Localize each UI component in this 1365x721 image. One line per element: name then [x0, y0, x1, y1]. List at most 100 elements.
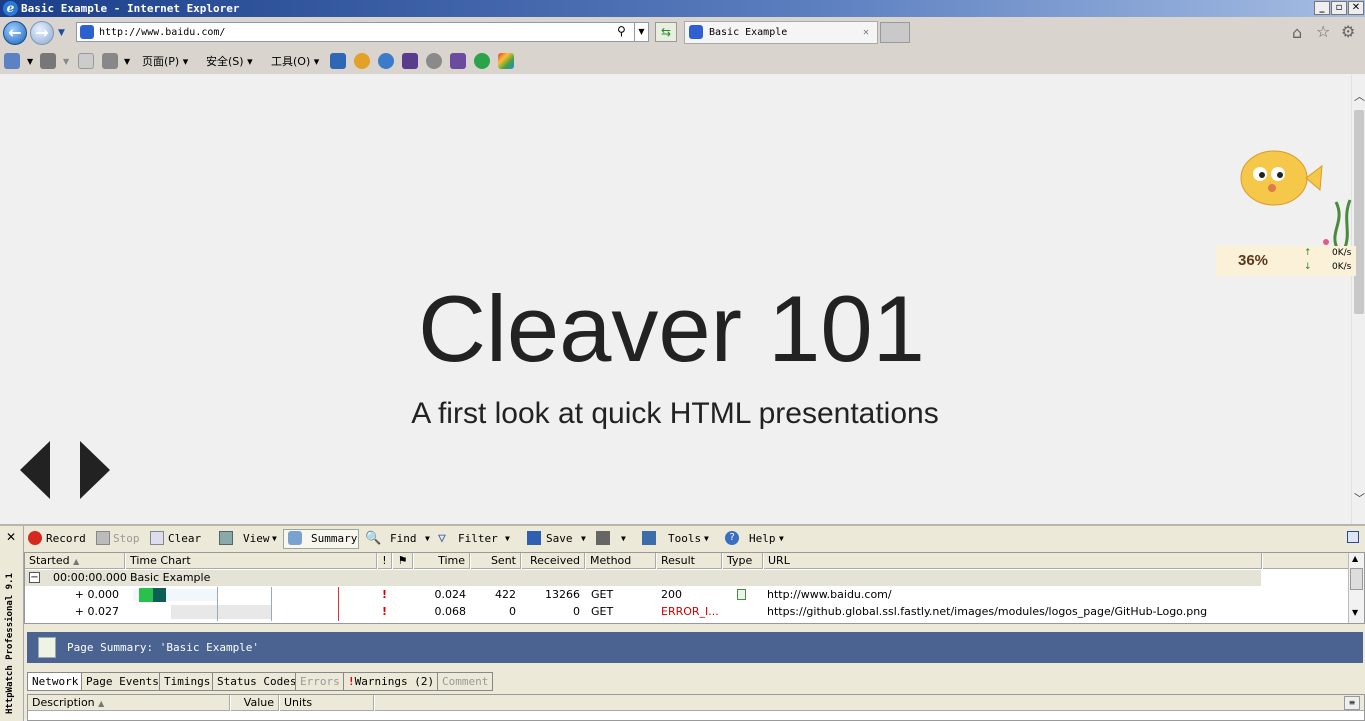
panel-close-icon[interactable]: ✕: [6, 530, 16, 544]
addon-n-icon[interactable]: [402, 53, 418, 69]
col-warning[interactable]: !: [378, 553, 392, 569]
col-description[interactable]: Description ▲: [28, 695, 230, 711]
row-url: http://www.baidu.com/: [767, 588, 892, 601]
new-tab-button[interactable]: [880, 22, 910, 43]
col-result[interactable]: Result: [657, 553, 722, 569]
save-icon[interactable]: [527, 531, 541, 545]
tools-menu[interactable]: 工具(O) ▾: [271, 53, 319, 70]
col-method[interactable]: Method: [586, 553, 656, 569]
tools-icon[interactable]: [642, 531, 656, 545]
tab-basic-example[interactable]: Basic Example ✕: [684, 21, 878, 44]
col-time[interactable]: Time: [414, 553, 470, 569]
find-icon[interactable]: 🔍: [365, 531, 381, 547]
col-description-label: Description: [32, 696, 95, 709]
forward-button[interactable]: →: [30, 21, 54, 45]
filter-button[interactable]: Filter: [458, 531, 498, 547]
group-row[interactable]: − 00:00:00.000 Basic Example: [25, 570, 1261, 586]
clear-button[interactable]: Clear: [168, 531, 201, 547]
tab-comment[interactable]: Comment: [437, 672, 494, 691]
stop-icon[interactable]: [96, 531, 110, 545]
home-cmd-icon[interactable]: [4, 53, 20, 69]
help-icon[interactable]: ?: [725, 531, 739, 545]
col-sent[interactable]: Sent: [471, 553, 521, 569]
home-dropdown-icon[interactable]: ▼: [27, 53, 33, 70]
print-icon[interactable]: [102, 53, 118, 69]
mail-icon[interactable]: [78, 53, 94, 69]
tab-warnings[interactable]: !Warnings (2): [343, 672, 440, 691]
print-hw-dropdown-icon[interactable]: ▼: [621, 531, 626, 547]
col-type[interactable]: Type: [723, 553, 763, 569]
scroll-up-icon[interactable]: ︿: [1354, 88, 1365, 104]
page-menu[interactable]: 页面(P) ▾: [142, 53, 188, 70]
col-units[interactable]: Units: [280, 695, 374, 711]
back-button[interactable]: ←: [3, 21, 27, 45]
home-icon[interactable]: ⌂: [1292, 23, 1302, 42]
filter-dropdown-icon[interactable]: ▼: [505, 531, 510, 547]
save-addon-icon[interactable]: [330, 53, 346, 69]
address-dropdown-icon[interactable]: ▼: [634, 23, 648, 41]
close-window-button[interactable]: ✕: [1348, 1, 1364, 15]
favorites-icon[interactable]: ☆: [1316, 22, 1330, 41]
safety-menu[interactable]: 安全(S) ▾: [206, 53, 253, 70]
help-button[interactable]: Help: [749, 531, 776, 547]
print-hw-icon[interactable]: [596, 531, 610, 545]
addon-nb-icon[interactable]: [450, 53, 466, 69]
record-icon[interactable]: [28, 531, 42, 545]
tools-dropdown-icon[interactable]: ▼: [704, 531, 709, 547]
summary-button[interactable]: Summary: [311, 531, 357, 547]
grid-scroll-thumb[interactable]: [1350, 568, 1363, 590]
print-dropdown-icon[interactable]: ▼: [124, 53, 130, 70]
col-value[interactable]: Value: [231, 695, 279, 711]
view-icon[interactable]: [219, 531, 233, 545]
col-flag[interactable]: ⚑: [393, 553, 413, 569]
undock-icon[interactable]: [1347, 531, 1359, 543]
grid-scroll-up-icon[interactable]: ▲: [1352, 554, 1358, 563]
url-input[interactable]: [99, 24, 599, 40]
addon-f-icon[interactable]: [474, 53, 490, 69]
find-dropdown-icon[interactable]: ▼: [425, 531, 430, 547]
col-started[interactable]: Started ▲: [25, 553, 125, 569]
collapse-icon[interactable]: −: [29, 572, 40, 583]
tools-button[interactable]: Tools: [668, 531, 701, 547]
view-button[interactable]: View: [243, 531, 270, 547]
addon-gear-icon[interactable]: [426, 53, 442, 69]
addon-sphere-icon[interactable]: [378, 53, 394, 69]
tab-page-events[interactable]: Page Events: [81, 672, 164, 691]
scroll-down-icon[interactable]: ﹀: [1354, 490, 1365, 506]
address-bar[interactable]: 🐾 ⚲ ▼: [76, 22, 649, 42]
save-dropdown-icon[interactable]: ▼: [581, 531, 586, 547]
settings-gear-icon[interactable]: ⚙: [1341, 22, 1355, 41]
tab-close-icon[interactable]: ✕: [863, 22, 869, 43]
feeds-dropdown-icon[interactable]: ▼: [63, 53, 69, 70]
table-row[interactable]: + 0.027 ! 0.068 0 0 GET ERROR_I... https…: [25, 604, 1261, 620]
find-button[interactable]: Find: [390, 531, 417, 547]
grid-scrollbar[interactable]: ▲ ▼: [1348, 553, 1364, 623]
tab-status-codes[interactable]: Status Codes: [212, 672, 302, 691]
col-received[interactable]: Received: [522, 553, 585, 569]
grid-scroll-down-icon[interactable]: ▼: [1352, 608, 1358, 617]
col-url[interactable]: URL: [764, 553, 1262, 569]
tab-network[interactable]: Network: [27, 672, 84, 691]
refresh-icon[interactable]: ⇆: [655, 22, 677, 42]
minimize-button[interactable]: _: [1314, 1, 1330, 15]
help-dropdown-icon[interactable]: ▼: [779, 531, 784, 547]
search-icon[interactable]: ⚲: [617, 24, 626, 38]
view-dropdown-icon[interactable]: ▼: [272, 531, 277, 547]
addon-color-icon[interactable]: [498, 53, 514, 69]
filter-icon[interactable]: ▽: [438, 531, 446, 547]
next-slide-arrow-icon[interactable]: [80, 441, 110, 499]
save-button[interactable]: Save: [546, 531, 573, 547]
col-time-chart[interactable]: Time Chart: [126, 553, 377, 569]
stop-button[interactable]: Stop: [113, 531, 140, 547]
grid-scroll-icon[interactable]: ≡: [1344, 696, 1360, 710]
history-dropdown-icon[interactable]: ▼: [58, 28, 72, 38]
table-row[interactable]: + 0.000 ! 0.024 422 13266 GET 200 http:/…: [25, 587, 1261, 603]
restore-button[interactable]: ▫: [1331, 1, 1347, 15]
tab-timings[interactable]: Timings: [159, 672, 216, 691]
clear-icon[interactable]: [150, 531, 164, 545]
feeds-icon[interactable]: [40, 53, 56, 69]
tab-errors[interactable]: Errors: [295, 672, 345, 691]
prev-slide-arrow-icon[interactable]: [20, 441, 50, 499]
addon-e-icon[interactable]: [354, 53, 370, 69]
record-button[interactable]: Record: [46, 531, 86, 547]
